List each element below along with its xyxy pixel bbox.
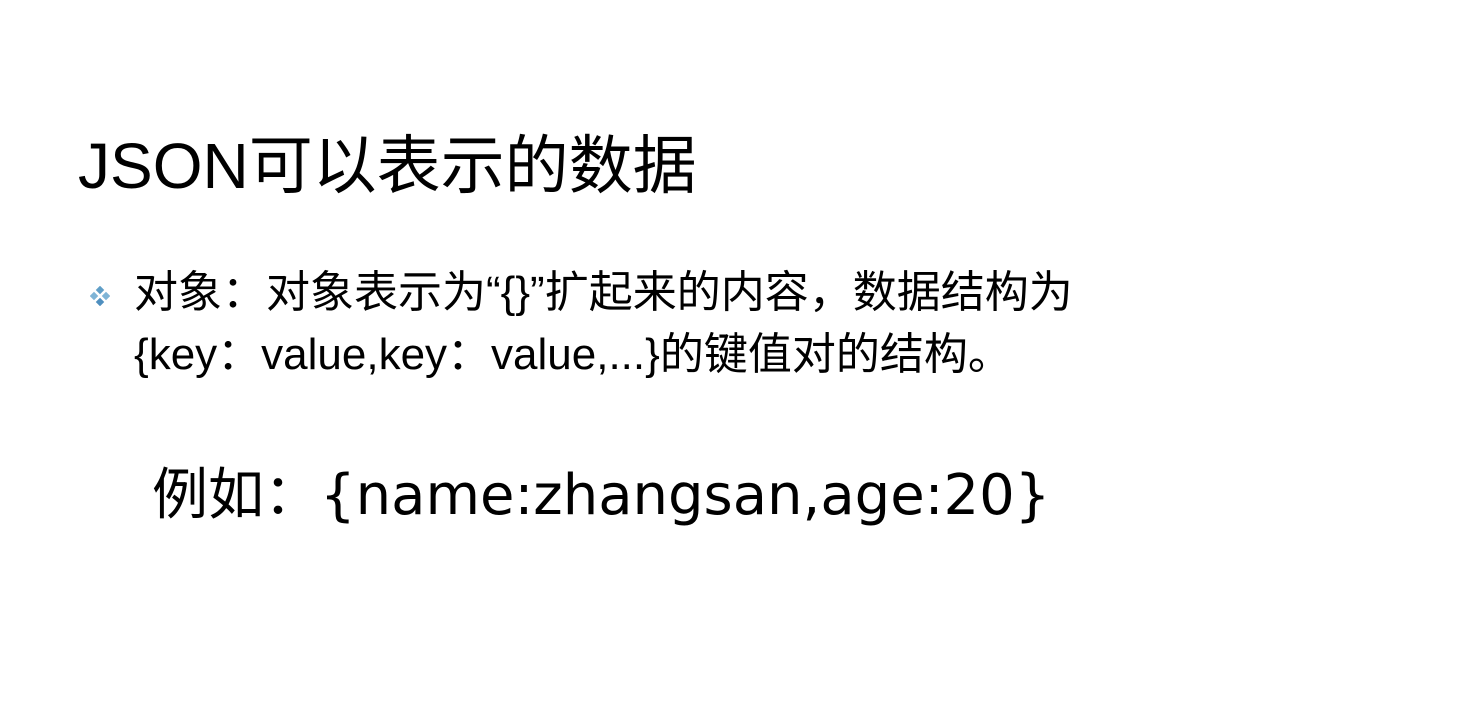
bullet-text-line-2: {key：value,key：value,...}的键值对的结构。: [134, 330, 1012, 379]
slide: JSON可以表示的数据 对象：对象表示为“{}”扩起来的内容，数据结构为 {ke…: [0, 0, 1470, 726]
bullet-text: 对象：对象表示为“{}”扩起来的内容，数据结构为 {key：value,key：…: [134, 262, 1384, 386]
bullet-text-line-1: 对象：对象表示为“{}”扩起来的内容，数据结构为: [134, 268, 1073, 317]
example-text: 例如：{name:zhangsan,age:20}: [152, 463, 1051, 528]
slide-title: JSON可以表示的数据: [78, 130, 697, 202]
diamond-bullet-icon: [90, 286, 110, 306]
